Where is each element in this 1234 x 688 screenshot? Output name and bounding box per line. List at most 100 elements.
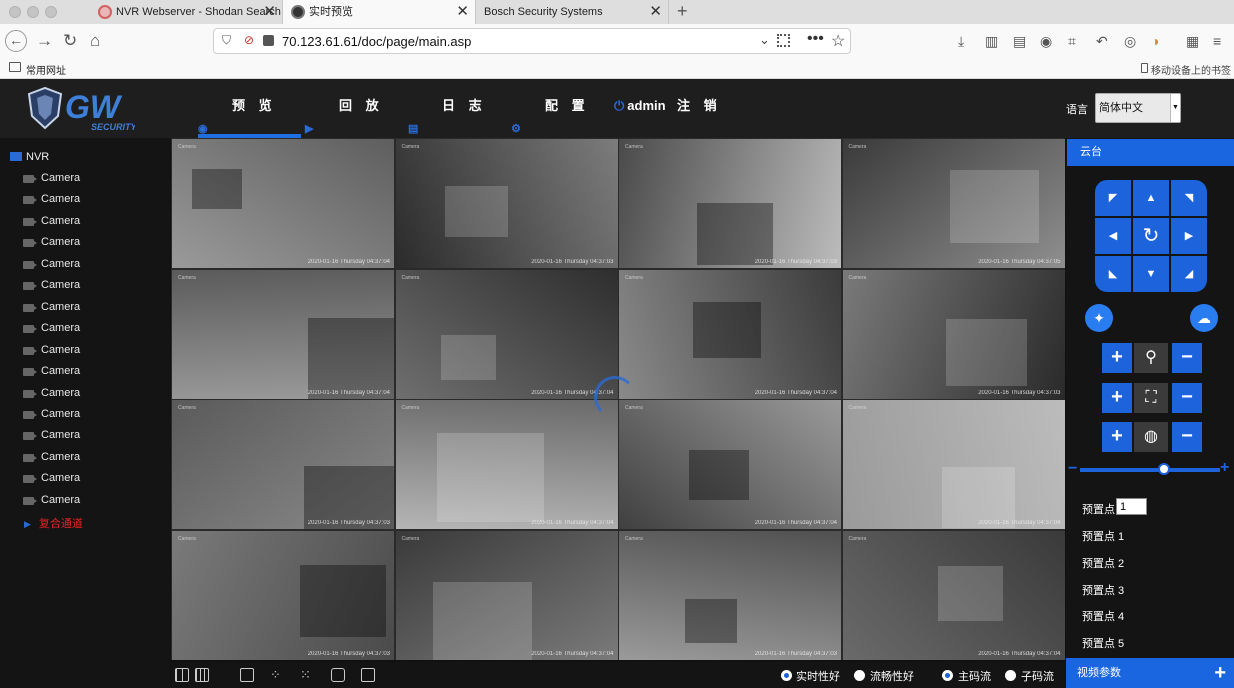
undo-icon[interactable]: ↶ <box>1096 31 1108 51</box>
camera-item[interactable]: Camera <box>22 168 80 189</box>
close-tab-icon[interactable]: ✕ <box>649 0 662 24</box>
browser-tab-shodan[interactable]: NVR Webserver - Shodan Search ✕ <box>90 0 283 24</box>
video-cell[interactable]: Camera 2020-01-16 Thursday 04:37:04 <box>395 400 618 529</box>
menu-playback[interactable]: ▶ 回 放 <box>305 79 384 138</box>
camera-item[interactable]: Camera <box>22 404 80 425</box>
menu-hamburger-icon[interactable]: ≡ <box>1213 31 1221 51</box>
ptz-down-button[interactable]: ▼ <box>1133 256 1169 292</box>
camera-item[interactable]: Camera <box>22 468 80 489</box>
video-cell[interactable]: Camera 2020-01-16 Thursday 04:37:04 <box>842 530 1065 660</box>
chevron-down-icon[interactable]: ⌄ <box>759 32 770 48</box>
smooth-radio[interactable] <box>854 670 865 681</box>
camera-item[interactable]: Camera <box>22 297 80 318</box>
back-icon[interactable]: ← <box>5 30 27 52</box>
insecure-lock-icon[interactable]: ⊘ <box>244 33 254 47</box>
chevron-down-icon[interactable]: ▼ <box>1170 94 1180 122</box>
speed-plus-icon[interactable]: + <box>1220 459 1229 477</box>
close-tab-icon[interactable]: ✕ <box>456 0 469 24</box>
video-cell[interactable]: Camera 2020-01-16 Thursday 04:37:05 <box>842 139 1065 268</box>
next-page-icon[interactable]: ⁙ <box>300 668 314 682</box>
camera-item[interactable]: Camera <box>22 189 80 210</box>
address-bar[interactable]: ⛉ ⊘ 70.123.61.61/doc/page/main.asp ⌄ •••… <box>213 28 851 54</box>
preset-item[interactable]: 预置点 4 <box>1082 608 1124 624</box>
url-text[interactable]: 70.123.61.61/doc/page/main.asp <box>282 34 471 49</box>
menu-config[interactable]: ⚙ 配 置 <box>511 79 590 138</box>
preset-number-input[interactable] <box>1116 498 1147 515</box>
qr-code-icon[interactable] <box>777 34 790 47</box>
video-cell[interactable]: Camera 2020-01-16 Thursday 04:37:03 <box>395 139 618 268</box>
extensions-icon[interactable]: ▦ <box>1186 31 1199 51</box>
ptz-down-left-button[interactable]: ◣ <box>1095 256 1131 292</box>
ptz-down-right-button[interactable]: ◢ <box>1171 256 1207 292</box>
close-tab-icon[interactable]: ✕ <box>263 0 276 24</box>
window-close-button[interactable] <box>9 6 21 18</box>
tracking-icon[interactable]: ◎ <box>1124 31 1136 51</box>
video-cell[interactable]: Camera 2020-01-16 Thursday 04:37:03 <box>842 269 1065 399</box>
menu-log[interactable]: ▤ 日 志 <box>408 79 487 138</box>
more-actions-icon[interactable]: ••• <box>807 30 824 48</box>
camera-item[interactable]: Camera <box>22 254 80 275</box>
window-minimize-button[interactable] <box>27 6 39 18</box>
video-cell[interactable]: Camera 2020-01-16 Thursday 04:37:04 <box>619 269 841 399</box>
video-cell[interactable]: Camera 2020-01-16 Thursday 04:37:04 <box>842 400 1065 529</box>
menu-preview[interactable]: ◉ 预 览 <box>198 79 301 138</box>
tree-root-nvr[interactable]: NVR <box>10 151 49 163</box>
slider-knob[interactable] <box>1158 463 1170 475</box>
sidebar-toggle-icon[interactable]: ▤ <box>1013 31 1026 51</box>
video-params-bar[interactable]: 视频参数 + <box>1066 658 1234 688</box>
forward-icon[interactable]: → <box>36 31 53 51</box>
preset-item[interactable]: 预置点 2 <box>1082 555 1124 571</box>
preset-item[interactable]: 预置点 3 <box>1082 582 1124 598</box>
video-cell[interactable]: Camera 2020-01-16 Thursday 04:37:04 <box>172 139 394 268</box>
shield-icon[interactable]: ⛉ <box>222 33 231 48</box>
video-cell[interactable]: Camera 2020-01-16 Thursday 04:37:04 <box>395 269 618 399</box>
start-all-icon[interactable] <box>240 668 254 682</box>
account-icon[interactable]: ◉ <box>1040 31 1052 51</box>
preset-item[interactable]: 预置点 1 <box>1082 528 1124 544</box>
window-maximize-button[interactable] <box>45 6 57 18</box>
camera-item[interactable]: Camera <box>22 318 80 339</box>
home-icon[interactable]: ⌂ <box>90 31 100 51</box>
camera-item[interactable]: Camera <box>22 383 80 404</box>
speed-minus-icon[interactable]: − <box>1068 460 1077 478</box>
browser-tab-live-preview[interactable]: 实时预览 ✕ <box>283 0 476 24</box>
ptz-up-button[interactable]: ▲ <box>1133 180 1169 216</box>
zoom-out-button[interactable]: − <box>1172 343 1202 373</box>
expand-plus-icon[interactable]: + <box>1214 658 1226 688</box>
downloads-icon[interactable]: ⤓ <box>958 31 964 51</box>
ptz-left-button[interactable]: ◀ <box>1095 218 1131 254</box>
composite-channel[interactable]: ▶ 复合通道 <box>24 515 83 531</box>
focus-far-button[interactable]: − <box>1172 383 1202 413</box>
layout-4x4-icon[interactable] <box>195 668 209 682</box>
iris-open-button[interactable]: + <box>1102 422 1132 452</box>
ptz-auto-rotate-button[interactable]: ↻ <box>1133 218 1169 254</box>
fullscreen-icon[interactable] <box>361 668 375 682</box>
video-cell[interactable]: Camera 2020-01-16 Thursday 04:37:04 <box>619 400 841 529</box>
video-cell[interactable]: Camera 2020-01-16 Thursday 04:37:03 <box>619 530 841 660</box>
video-cell[interactable]: Camera 2020-01-16 Thursday 04:37:04 <box>172 269 394 399</box>
bookmark-folder-common[interactable]: 常用网址 <box>26 62 66 77</box>
language-select[interactable]: 简体中文 ▼ <box>1095 93 1181 123</box>
camera-item[interactable]: Camera <box>22 447 80 468</box>
iris-close-button[interactable]: − <box>1172 422 1202 452</box>
reload-icon[interactable]: ↻ <box>63 31 77 51</box>
video-cell[interactable]: Camera 2020-01-16 Thursday 04:37:03 <box>172 530 394 660</box>
camera-item[interactable]: Camera <box>22 211 80 232</box>
camera-item[interactable]: Camera <box>22 275 80 296</box>
ptz-up-left-button[interactable]: ◤ <box>1095 180 1131 216</box>
menu-logout[interactable]: 注 销 <box>677 79 722 138</box>
layout-2x2-icon[interactable] <box>175 668 189 682</box>
video-cell[interactable]: Camera 2020-01-16 Thursday 04:37:03 <box>172 400 394 529</box>
main-stream-radio[interactable] <box>942 670 953 681</box>
realtime-radio[interactable] <box>781 670 792 681</box>
bookmark-star-icon[interactable]: ☆ <box>831 31 845 51</box>
camera-item[interactable]: Camera <box>22 361 80 382</box>
snapshot-icon[interactable] <box>331 668 345 682</box>
camera-item[interactable]: Camera <box>22 232 80 253</box>
firefox-account-icon[interactable]: ◑ <box>1151 31 1159 51</box>
expand-arrow-icon[interactable]: ▶ <box>24 519 31 529</box>
browser-tab-bosch[interactable]: Bosch Security Systems ✕ <box>476 0 669 24</box>
sub-stream-radio[interactable] <box>1005 670 1016 681</box>
camera-item[interactable]: Camera <box>22 340 80 361</box>
camera-item[interactable]: Camera <box>22 425 80 446</box>
